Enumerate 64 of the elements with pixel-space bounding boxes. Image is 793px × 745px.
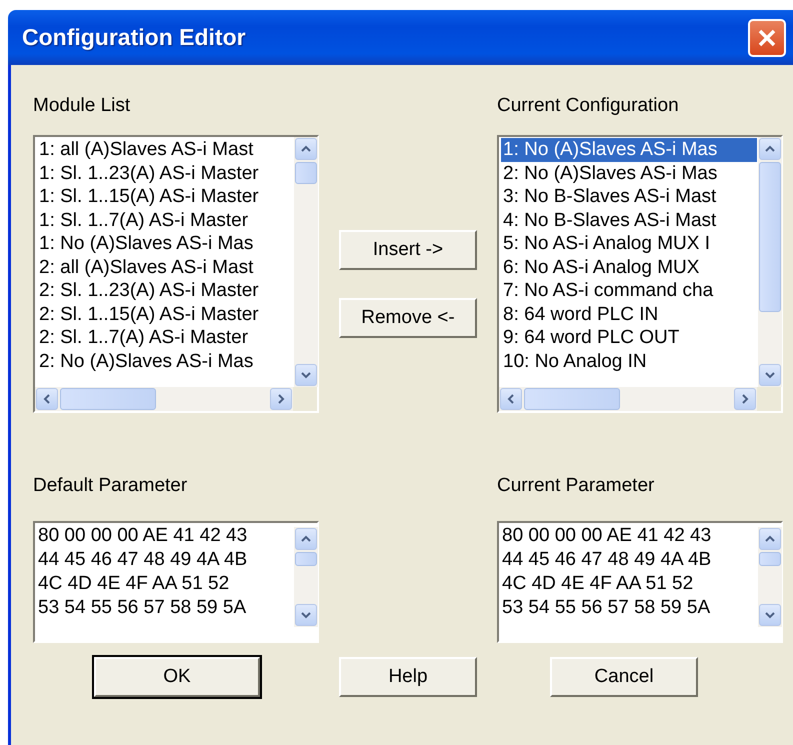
list-item[interactable]: 1: No (A)Slaves AS-i Mas <box>37 232 293 256</box>
dialog-button[interactable]: Remove <- <box>339 298 477 338</box>
scroll-left-button[interactable] <box>36 388 58 410</box>
scroll-thumb[interactable] <box>295 162 317 184</box>
hex-line: 44 45 46 47 48 49 4A 4B <box>502 548 712 572</box>
hex-line: 80 00 00 00 AE 41 42 43 <box>502 524 712 548</box>
list-item[interactable]: 4: No B-Slaves AS-i Mast <box>501 208 757 232</box>
scroll-up-button[interactable] <box>759 528 781 550</box>
scroll-thumb[interactable] <box>60 388 156 410</box>
scroll-left-button[interactable] <box>500 388 522 410</box>
scroll-down-button[interactable] <box>759 364 781 386</box>
scroll-thumb[interactable] <box>759 552 781 566</box>
scrollbar-corner <box>757 387 781 411</box>
scroll-right-button[interactable] <box>734 388 756 410</box>
list-item[interactable]: 2: No (A)Slaves AS-i Mas <box>501 162 757 185</box>
dialog-button[interactable]: Cancel <box>550 657 698 697</box>
list-item[interactable]: 1: Sl. 1..23(A) AS-i Master <box>37 162 293 185</box>
close-button[interactable] <box>748 19 786 57</box>
hex-line: 44 45 46 47 48 49 4A 4B <box>38 548 248 572</box>
field-label: Current Parameter <box>497 475 654 497</box>
close-icon <box>757 28 777 48</box>
list-item[interactable]: 1: No (A)Slaves AS-i Mas <box>501 138 757 162</box>
list-item[interactable]: 2: all (A)Slaves AS-i Mast <box>37 256 293 279</box>
list-item[interactable]: 10: No Analog IN <box>501 350 757 373</box>
hex-line: 53 54 55 56 57 58 59 5A <box>38 596 246 620</box>
window-title: Configuration Editor <box>22 24 246 51</box>
dialog-button[interactable]: Insert -> <box>339 230 477 270</box>
hex-line: 53 54 55 56 57 58 59 5A <box>502 596 710 620</box>
list-item[interactable]: 2: Sl. 1..7(A) AS-i Master <box>37 326 293 350</box>
dialog-button[interactable]: Help <box>339 657 477 697</box>
list-item[interactable]: 8: 64 word PLC IN <box>501 302 757 326</box>
parameter-field[interactable]: 80 00 00 00 AE 41 42 43 44 45 46 47 48 49 4A 4B 4C 4D 4E 4F AA 51 52 53 54 55 56 57 58 59 5A <box>33 521 319 643</box>
field-label: Default Parameter <box>33 475 188 497</box>
list-item[interactable]: 5: No AS-i Analog MUX I <box>501 232 757 256</box>
list-box[interactable] <box>33 135 319 413</box>
list-item[interactable]: 2: No (A)Slaves AS-i Mas <box>37 350 293 373</box>
list-box[interactable] <box>497 135 783 413</box>
scroll-right-button[interactable] <box>270 388 292 410</box>
list-label: Module List <box>33 95 130 117</box>
list-item[interactable]: 3: No B-Slaves AS-i Mast <box>501 185 757 208</box>
scroll-up-button[interactable] <box>295 138 317 160</box>
scroll-down-button[interactable] <box>759 604 781 626</box>
list-item[interactable]: 7: No AS-i command cha <box>501 279 757 302</box>
scroll-thumb[interactable] <box>759 162 781 312</box>
list-item[interactable]: 1: all (A)Slaves AS-i Mast <box>37 138 293 162</box>
list-item[interactable]: 2: Sl. 1..15(A) AS-i Master <box>37 302 293 326</box>
hex-line: 80 00 00 00 AE 41 42 43 <box>38 524 248 548</box>
list-item[interactable]: 9: 64 word PLC OUT <box>501 326 757 350</box>
hex-line: 4C 4D 4E 4F AA 51 52 <box>38 572 230 596</box>
hex-line: 4C 4D 4E 4F AA 51 52 <box>502 572 694 596</box>
scroll-up-button[interactable] <box>759 138 781 160</box>
list-item[interactable]: 1: Sl. 1..15(A) AS-i Master <box>37 185 293 208</box>
scroll-up-button[interactable] <box>295 528 317 550</box>
list-label: Current Configuration <box>497 95 679 117</box>
list-item[interactable]: 6: No AS-i Analog MUX <box>501 256 757 279</box>
scroll-down-button[interactable] <box>295 604 317 626</box>
list-item[interactable]: 1: Sl. 1..7(A) AS-i Master <box>37 208 293 232</box>
scroll-thumb[interactable] <box>295 552 317 566</box>
scroll-thumb[interactable] <box>524 388 620 410</box>
dialog-button[interactable]: OK <box>94 657 260 697</box>
parameter-field[interactable]: 80 00 00 00 AE 41 42 43 44 45 46 47 48 49 4A 4B 4C 4D 4E 4F AA 51 52 53 54 55 56 57 58 59 5A <box>497 521 783 643</box>
scrollbar-corner <box>293 387 317 411</box>
scroll-down-button[interactable] <box>295 364 317 386</box>
list-item[interactable]: 2: Sl. 1..23(A) AS-i Master <box>37 279 293 302</box>
